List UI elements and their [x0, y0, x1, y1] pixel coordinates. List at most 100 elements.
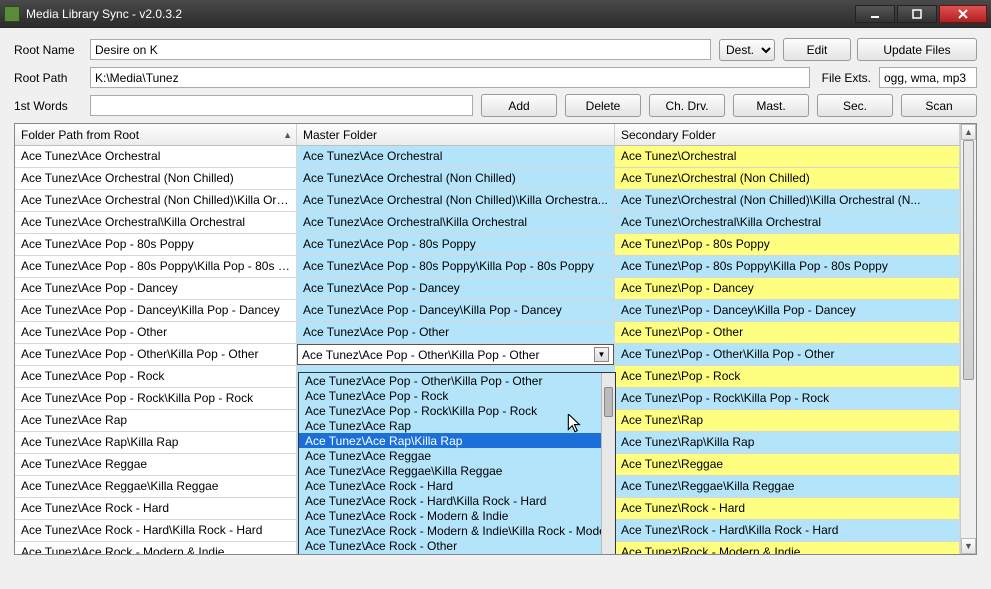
chevron-down-icon[interactable]: ▼: [594, 347, 609, 362]
cell-master-folder[interactable]: Ace Tunez\Ace Pop - Dancey\Killa Pop - D…: [297, 300, 615, 321]
ch-drv-button[interactable]: Ch. Drv.: [649, 94, 725, 117]
cell-secondary-folder[interactable]: Ace Tunez\Pop - Other: [615, 322, 960, 343]
cell-master-folder[interactable]: Ace Tunez\Ace Pop - 80s Poppy: [297, 234, 615, 255]
cell-folder-path[interactable]: Ace Tunez\Ace Rock - Hard\Killa Rock - H…: [15, 520, 297, 541]
dropdown-item[interactable]: Ace Tunez\Ace Rock - Hard: [299, 478, 615, 493]
cell-folder-path[interactable]: Ace Tunez\Ace Pop - 80s Poppy\Killa Pop …: [15, 256, 297, 277]
dropdown-item[interactable]: Ace Tunez\Ace Pop - Other\Killa Pop - Ot…: [299, 373, 615, 388]
cell-secondary-folder[interactable]: Ace Tunez\Orchestral (Non Chilled)\Killa…: [615, 190, 960, 211]
cell-secondary-folder[interactable]: Ace Tunez\Pop - 80s Poppy: [615, 234, 960, 255]
cell-folder-path[interactable]: Ace Tunez\Ace Rock - Hard: [15, 498, 297, 519]
cell-folder-path[interactable]: Ace Tunez\Ace Pop - Dancey: [15, 278, 297, 299]
scroll-down-icon[interactable]: ▼: [961, 538, 976, 554]
cell-master-folder[interactable]: Ace Tunez\Ace Orchestral (Non Chilled): [297, 168, 615, 189]
cell-secondary-folder[interactable]: Ace Tunez\Reggae: [615, 454, 960, 475]
cell-folder-path[interactable]: Ace Tunez\Ace Pop - Rock\Killa Pop - Roc…: [15, 388, 297, 409]
dropdown-item[interactable]: Ace Tunez\Ace Pop - Rock: [299, 388, 615, 403]
cell-folder-path[interactable]: Ace Tunez\Ace Pop - Rock: [15, 366, 297, 387]
cell-folder-path[interactable]: Ace Tunez\Ace Pop - Other: [15, 322, 297, 343]
cell-secondary-folder[interactable]: Ace Tunez\Rock - Hard: [615, 498, 960, 519]
dropdown-item[interactable]: Ace Tunez\Ace Rock - Other\Killa Rock - …: [299, 553, 615, 554]
master-combo-dropdown[interactable]: Ace Tunez\Ace Pop - Other\Killa Pop - Ot…: [298, 372, 616, 554]
cell-secondary-folder[interactable]: Ace Tunez\Orchestral: [615, 146, 960, 167]
cell-secondary-folder[interactable]: Ace Tunez\Pop - Rock\Killa Pop - Rock: [615, 388, 960, 409]
cell-secondary-folder[interactable]: Ace Tunez\Pop - Other\Killa Pop - Other: [615, 344, 960, 365]
col-header-master[interactable]: Master Folder: [297, 124, 615, 145]
root-path-input[interactable]: [90, 67, 810, 88]
table-row[interactable]: Ace Tunez\Ace Orchestral\Killa Orchestra…: [15, 212, 960, 234]
add-button[interactable]: Add: [481, 94, 557, 117]
cell-master-folder[interactable]: Ace Tunez\Ace Pop - Other\Killa Pop - Ot…: [297, 344, 615, 365]
master-combo[interactable]: Ace Tunez\Ace Pop - Other\Killa Pop - Ot…: [297, 344, 614, 365]
dropdown-item[interactable]: Ace Tunez\Ace Rap\Killa Rap: [299, 433, 615, 448]
cell-secondary-folder[interactable]: Ace Tunez\Pop - Dancey\Killa Pop - Dance…: [615, 300, 960, 321]
grid-header: Folder Path from Root▲ Master Folder Sec…: [15, 124, 960, 146]
dropdown-item[interactable]: Ace Tunez\Ace Rap: [299, 418, 615, 433]
cell-secondary-folder[interactable]: Ace Tunez\Pop - 80s Poppy\Killa Pop - 80…: [615, 256, 960, 277]
cell-folder-path[interactable]: Ace Tunez\Ace Reggae: [15, 454, 297, 475]
file-exts-input[interactable]: [879, 67, 977, 88]
table-row[interactable]: Ace Tunez\Ace Pop - 80s Poppy\Killa Pop …: [15, 256, 960, 278]
cell-master-folder[interactable]: Ace Tunez\Ace Pop - Other: [297, 322, 615, 343]
cell-folder-path[interactable]: Ace Tunez\Ace Reggae\Killa Reggae: [15, 476, 297, 497]
minimize-button[interactable]: [855, 5, 895, 23]
col-header-folder-path[interactable]: Folder Path from Root▲: [15, 124, 297, 145]
table-row[interactable]: Ace Tunez\Ace Pop - OtherAce Tunez\Ace P…: [15, 322, 960, 344]
cell-secondary-folder[interactable]: Ace Tunez\Orchestral\Killa Orchestral: [615, 212, 960, 233]
cell-folder-path[interactable]: Ace Tunez\Ace Rap\Killa Rap: [15, 432, 297, 453]
mast-button[interactable]: Mast.: [733, 94, 809, 117]
cell-secondary-folder[interactable]: Ace Tunez\Pop - Rock: [615, 366, 960, 387]
cell-folder-path[interactable]: Ace Tunez\Ace Orchestral (Non Chilled)\K…: [15, 190, 297, 211]
scroll-up-icon[interactable]: ▲: [961, 124, 976, 140]
table-row[interactable]: Ace Tunez\Ace OrchestralAce Tunez\Ace Or…: [15, 146, 960, 168]
cell-secondary-folder[interactable]: Ace Tunez\Rap\Killa Rap: [615, 432, 960, 453]
cell-secondary-folder[interactable]: Ace Tunez\Reggae\Killa Reggae: [615, 476, 960, 497]
dropdown-item[interactable]: Ace Tunez\Ace Rock - Modern & Indie\Kill…: [299, 523, 615, 538]
scan-button[interactable]: Scan: [901, 94, 977, 117]
cell-folder-path[interactable]: Ace Tunez\Ace Rap: [15, 410, 297, 431]
table-row[interactable]: Ace Tunez\Ace Pop - 80s PoppyAce Tunez\A…: [15, 234, 960, 256]
maximize-button[interactable]: [897, 5, 937, 23]
data-grid: Folder Path from Root▲ Master Folder Sec…: [14, 123, 977, 555]
cell-folder-path[interactable]: Ace Tunez\Ace Pop - Other\Killa Pop - Ot…: [15, 344, 297, 365]
cell-secondary-folder[interactable]: Ace Tunez\Rap: [615, 410, 960, 431]
close-button[interactable]: [939, 5, 987, 23]
cell-master-folder[interactable]: Ace Tunez\Ace Orchestral: [297, 146, 615, 167]
cell-folder-path[interactable]: Ace Tunez\Ace Orchestral (Non Chilled): [15, 168, 297, 189]
cell-secondary-folder[interactable]: Ace Tunez\Rock - Modern & Indie: [615, 542, 960, 554]
cell-folder-path[interactable]: Ace Tunez\Ace Orchestral: [15, 146, 297, 167]
cell-folder-path[interactable]: Ace Tunez\Ace Pop - 80s Poppy: [15, 234, 297, 255]
dest-select[interactable]: Dest.: [719, 39, 775, 61]
dropdown-item[interactable]: Ace Tunez\Ace Pop - Rock\Killa Pop - Roc…: [299, 403, 615, 418]
root-name-input[interactable]: [90, 39, 711, 60]
cell-master-folder[interactable]: Ace Tunez\Ace Pop - 80s Poppy\Killa Pop …: [297, 256, 615, 277]
dropdown-scrollbar[interactable]: [601, 373, 615, 554]
grid-scrollbar[interactable]: ▲ ▼: [960, 124, 976, 554]
update-files-button[interactable]: Update Files: [857, 38, 977, 61]
cell-master-folder[interactable]: Ace Tunez\Ace Pop - Dancey: [297, 278, 615, 299]
dropdown-item[interactable]: Ace Tunez\Ace Rock - Hard\Killa Rock - H…: [299, 493, 615, 508]
dropdown-item[interactable]: Ace Tunez\Ace Rock - Other: [299, 538, 615, 553]
table-row[interactable]: Ace Tunez\Ace Pop - DanceyAce Tunez\Ace …: [15, 278, 960, 300]
cell-folder-path[interactable]: Ace Tunez\Ace Orchestral\Killa Orchestra…: [15, 212, 297, 233]
dropdown-item[interactable]: Ace Tunez\Ace Reggae: [299, 448, 615, 463]
delete-button[interactable]: Delete: [565, 94, 641, 117]
col-header-secondary[interactable]: Secondary Folder: [615, 124, 960, 145]
cell-folder-path[interactable]: Ace Tunez\Ace Rock - Modern & Indie: [15, 542, 297, 554]
sec-button[interactable]: Sec.: [817, 94, 893, 117]
first-words-input[interactable]: [90, 95, 473, 116]
cell-folder-path[interactable]: Ace Tunez\Ace Pop - Dancey\Killa Pop - D…: [15, 300, 297, 321]
cell-secondary-folder[interactable]: Ace Tunez\Orchestral (Non Chilled): [615, 168, 960, 189]
dropdown-item[interactable]: Ace Tunez\Ace Rock - Modern & Indie: [299, 508, 615, 523]
cell-secondary-folder[interactable]: Ace Tunez\Rock - Hard\Killa Rock - Hard: [615, 520, 960, 541]
cell-master-folder[interactable]: Ace Tunez\Ace Orchestral\Killa Orchestra…: [297, 212, 615, 233]
edit-button[interactable]: Edit: [783, 38, 851, 61]
table-row[interactable]: Ace Tunez\Ace Orchestral (Non Chilled)\K…: [15, 190, 960, 212]
table-row[interactable]: Ace Tunez\Ace Orchestral (Non Chilled)Ac…: [15, 168, 960, 190]
cell-master-folder[interactable]: Ace Tunez\Ace Orchestral (Non Chilled)\K…: [297, 190, 615, 211]
cell-secondary-folder[interactable]: Ace Tunez\Pop - Dancey: [615, 278, 960, 299]
titlebar: Media Library Sync - v2.0.3.2: [0, 0, 991, 28]
table-row[interactable]: Ace Tunez\Ace Pop - Other\Killa Pop - Ot…: [15, 344, 960, 366]
dropdown-item[interactable]: Ace Tunez\Ace Reggae\Killa Reggae: [299, 463, 615, 478]
table-row[interactable]: Ace Tunez\Ace Pop - Dancey\Killa Pop - D…: [15, 300, 960, 322]
